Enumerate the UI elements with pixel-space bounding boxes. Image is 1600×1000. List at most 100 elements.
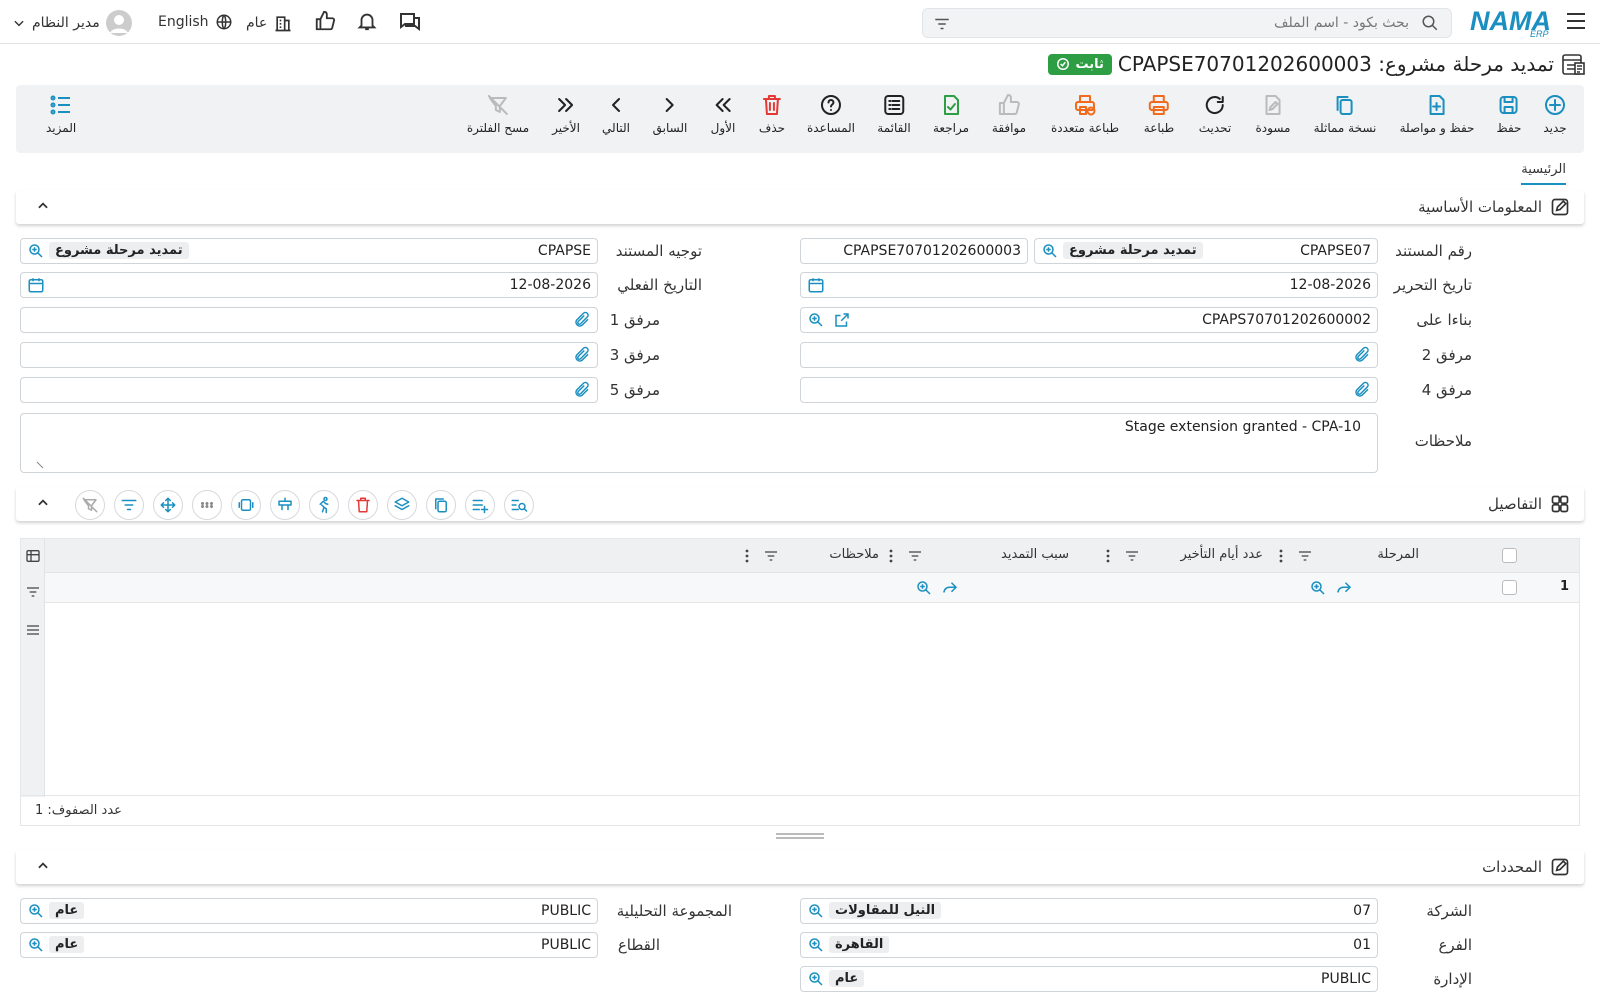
branch-input[interactable]: 01 القاهرة [800, 932, 1378, 958]
help-button[interactable]: المساعدة [807, 93, 855, 135]
att2-input[interactable] [800, 342, 1378, 368]
plus-circle-button[interactable]: جديد [1543, 93, 1567, 135]
select-all-checkbox[interactable] [1502, 548, 1517, 563]
user-menu[interactable]: مدير النظام [12, 10, 136, 36]
company-input[interactable]: 07 النيل للمقاولات [800, 898, 1378, 924]
resize-grip[interactable] [776, 833, 824, 839]
share-icon[interactable] [1335, 579, 1353, 597]
move-button[interactable] [153, 490, 183, 520]
column-menu-icon[interactable] [744, 548, 750, 564]
lookup-icon[interactable] [807, 902, 825, 920]
review-button[interactable]: مراجعة [933, 93, 969, 135]
duplicate-button[interactable]: نسخة مماثلة [1314, 93, 1376, 135]
department-input[interactable]: PUBLIC عام [800, 966, 1378, 992]
actual-date-input[interactable]: 12-08-2026 [20, 272, 598, 298]
draft-button[interactable]: مسودة [1256, 93, 1290, 135]
column-filter-icon[interactable] [907, 548, 923, 564]
rows-icon[interactable] [25, 622, 41, 638]
search-input[interactable]: بحث بكود - اسم الملف [922, 8, 1452, 38]
paperclip-icon[interactable] [573, 381, 591, 399]
notes-textarea[interactable]: Stage extension granted - CPA-10 [20, 413, 1378, 473]
column-menu-icon[interactable] [888, 548, 894, 564]
filter-icon[interactable] [25, 584, 41, 600]
clear-filter-button[interactable] [75, 490, 105, 520]
lookup-icon[interactable] [915, 579, 933, 597]
att1-input[interactable] [20, 307, 598, 333]
sector-input[interactable]: PUBLIC عام [20, 932, 598, 958]
column-filter-icon[interactable] [763, 548, 779, 564]
direction-input[interactable]: CPAPSE تمديد مرحلة مشروع [20, 238, 598, 264]
thumbs-up-button[interactable]: موافقة [992, 93, 1026, 135]
tab-main[interactable]: الرئيسية [1521, 162, 1566, 185]
last-button[interactable]: الأخير [552, 93, 580, 135]
trash-button[interactable]: حذف [759, 93, 785, 135]
thumbs-up-icon[interactable] [314, 10, 336, 32]
add-rows-button[interactable] [465, 490, 495, 520]
dimensions-header[interactable]: المحددات [16, 850, 1584, 884]
analytic-group-input[interactable]: PUBLIC عام [20, 898, 598, 924]
language-switch[interactable]: English [158, 13, 233, 31]
collapse-chevron-icon[interactable] [36, 496, 50, 510]
lookup-icon[interactable] [27, 902, 45, 920]
doc-no-input[interactable]: CPAPSE07 تمديد مرحلة مشروع [1034, 238, 1378, 264]
basic-info-header[interactable]: المعلومات الأساسية [16, 190, 1584, 224]
save-continue-button[interactable]: حفظ و مواصلة [1400, 93, 1474, 135]
col-notes[interactable]: ملاحظات [829, 547, 879, 562]
collapse-chevron-icon[interactable] [36, 859, 50, 873]
lookup-icon[interactable] [807, 936, 825, 954]
company-switch[interactable]: عام [246, 13, 293, 33]
run-button[interactable] [309, 490, 339, 520]
doc-no-value-input[interactable]: CPAPSE70701202600003 [800, 238, 1028, 264]
calendar-icon[interactable] [807, 276, 825, 294]
filter-icon[interactable] [933, 15, 951, 33]
bell-icon[interactable] [356, 10, 378, 32]
hamburger-menu-icon[interactable] [1566, 10, 1586, 32]
filter-button[interactable] [114, 490, 144, 520]
col-extension-reason[interactable]: سبب التمديد [1001, 547, 1069, 562]
paperclip-icon[interactable] [1353, 381, 1371, 399]
dots-grid-button[interactable] [192, 490, 222, 520]
att4-input[interactable] [800, 377, 1378, 403]
col-delay-days[interactable]: عدد أيام التأخير [1181, 547, 1263, 562]
paperclip-icon[interactable] [573, 346, 591, 364]
att3-input[interactable] [20, 342, 598, 368]
table-insert-button[interactable] [270, 490, 300, 520]
lookup-icon[interactable] [807, 311, 825, 329]
clear-filter-button[interactable]: مسح الفلترة [467, 93, 529, 135]
paperclip-icon[interactable] [573, 311, 591, 329]
resize-handle-icon[interactable] [35, 460, 45, 470]
layers-button[interactable] [387, 490, 417, 520]
lookup-icon[interactable] [1041, 242, 1059, 260]
column-menu-icon[interactable] [1278, 548, 1284, 564]
col-stage[interactable]: المرحلة [1377, 547, 1419, 562]
share-icon[interactable] [941, 579, 959, 597]
column-menu-icon[interactable] [1105, 548, 1111, 564]
calendar-icon[interactable] [27, 276, 45, 294]
multi-print-button[interactable]: طباعة متعددة [1051, 93, 1119, 135]
nama-logo[interactable]: NAMA ERP [1470, 4, 1554, 38]
column-filter-icon[interactable] [1124, 548, 1140, 564]
chat-icon[interactable] [398, 10, 422, 34]
search-list-button[interactable] [504, 490, 534, 520]
paperclip-icon[interactable] [1353, 346, 1371, 364]
next-button[interactable]: التالي [602, 93, 630, 135]
column-filter-icon[interactable] [1297, 548, 1313, 564]
prev-button[interactable]: السابق [653, 93, 687, 135]
collapse-chevron-icon[interactable] [36, 199, 50, 213]
fit-button[interactable] [231, 490, 261, 520]
based-on-input[interactable]: CPAPS70701202600002 [800, 307, 1378, 333]
edit-date-input[interactable]: 12-08-2026 [800, 272, 1378, 298]
att5-input[interactable] [20, 377, 598, 403]
columns-icon[interactable] [25, 548, 41, 564]
save-button[interactable]: حفظ [1497, 93, 1521, 135]
refresh-button[interactable]: تحديث [1199, 93, 1231, 135]
lookup-icon[interactable] [1309, 579, 1327, 597]
print-button[interactable]: طباعة [1144, 93, 1174, 135]
copy-button[interactable] [426, 490, 456, 520]
lookup-icon[interactable] [807, 970, 825, 988]
delete-button[interactable] [348, 490, 378, 520]
lookup-icon[interactable] [27, 242, 45, 260]
list-button[interactable]: القائمة [877, 93, 911, 135]
more-button[interactable]: المزيد [46, 93, 76, 135]
table-row[interactable]: 1 [45, 573, 1579, 603]
